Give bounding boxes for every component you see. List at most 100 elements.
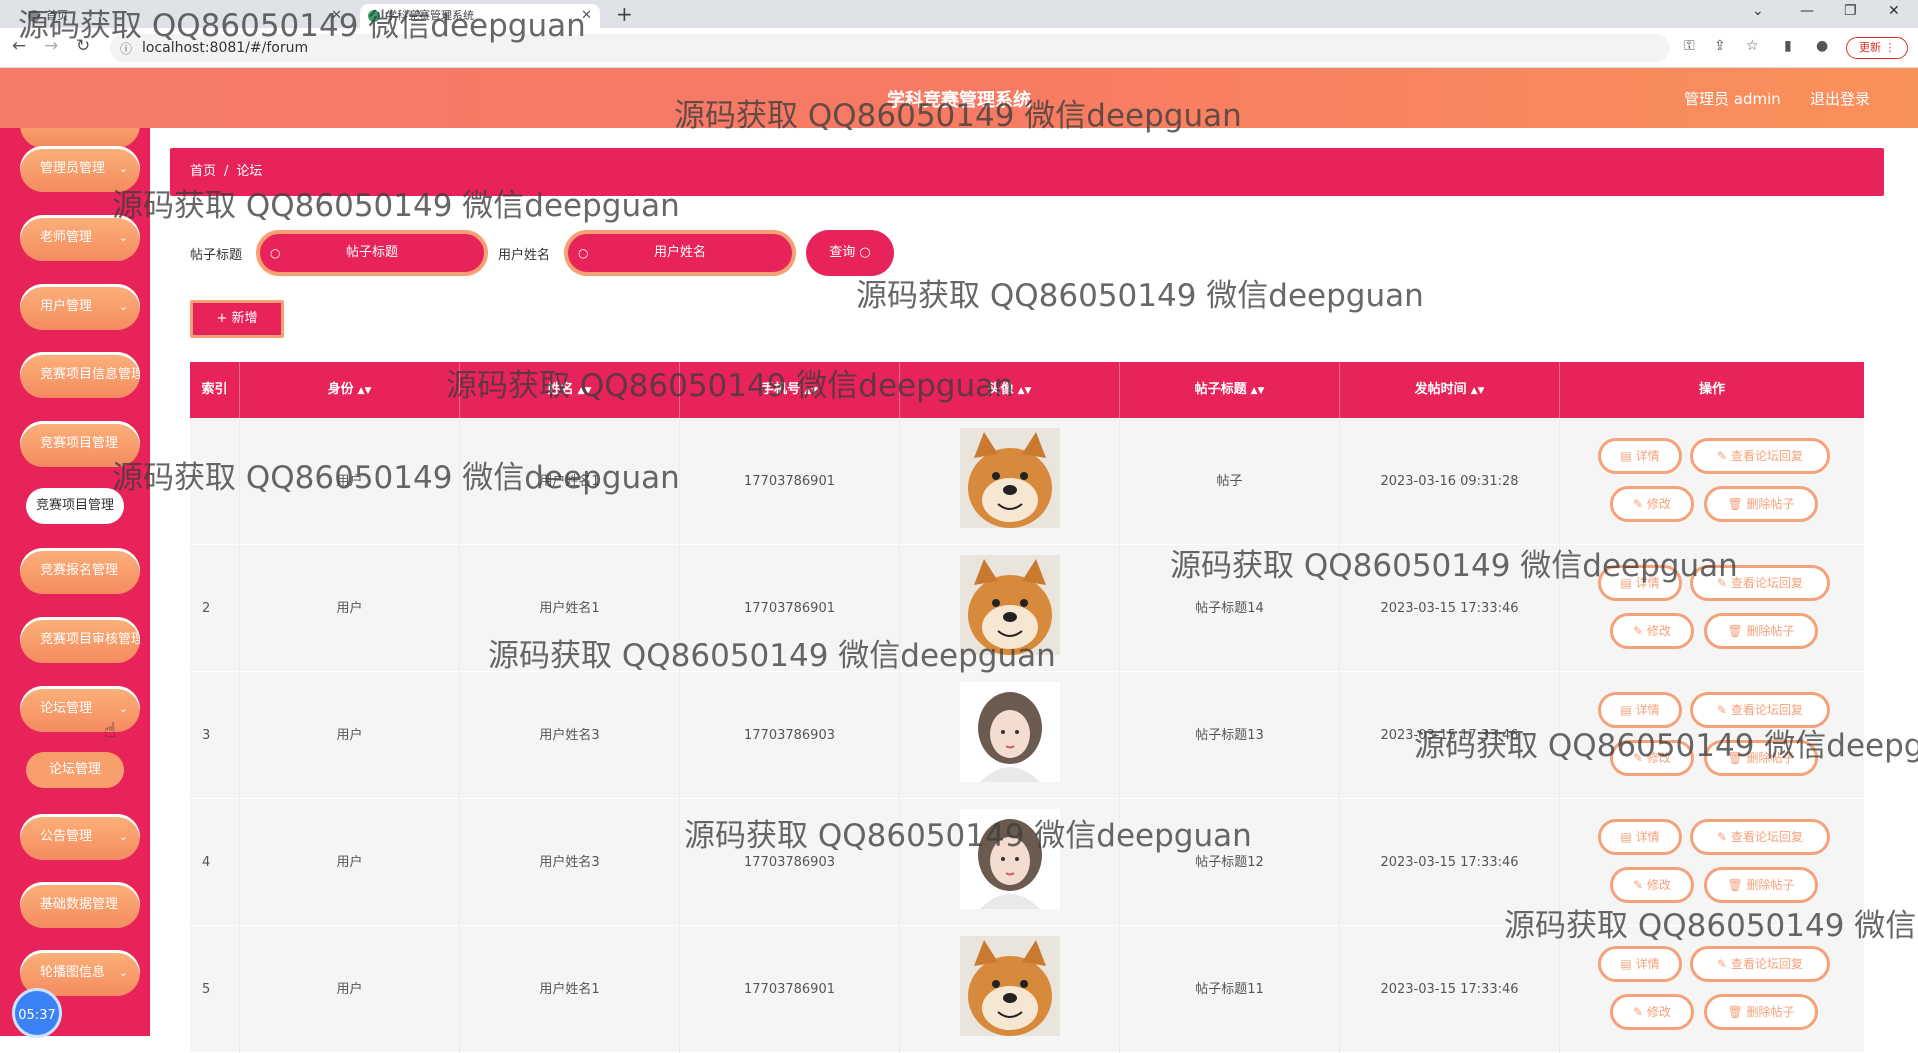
query-button[interactable]: 查询 ○: [806, 230, 894, 276]
detail-button[interactable]: ▤ 详情: [1598, 819, 1682, 855]
edit-button[interactable]: ✎ 修改: [1610, 613, 1694, 649]
sidebar-item-basedata[interactable]: 基础数据管理: [20, 882, 140, 928]
sort-icon[interactable]: ▲▼: [1018, 386, 1032, 396]
chevron-down-icon: ⌄: [118, 702, 128, 715]
reload-icon[interactable]: ↻: [76, 36, 90, 56]
sidebar-item-forum[interactable]: 论坛管理 ⌄: [20, 686, 140, 732]
sort-icon[interactable]: ▲▼: [804, 386, 818, 396]
vue-favicon-icon: [368, 10, 380, 22]
trash-icon: 🗑: [1727, 751, 1747, 765]
minimize-icon[interactable]: —: [1800, 3, 1814, 19]
edit-button[interactable]: ✎ 修改: [1610, 740, 1694, 776]
profile-icon[interactable]: ●: [1816, 38, 1828, 54]
sidebar-item-notice[interactable]: 公告管理 ⌄: [20, 814, 140, 860]
sidebar-subitem-label: 论坛管理: [48, 762, 101, 777]
sort-icon[interactable]: ▲▼: [578, 386, 592, 396]
view-replies-button-label: 查看论坛回复: [1730, 449, 1803, 463]
browser-tab[interactable]: 首页 ✕: [20, 4, 350, 28]
view-replies-button[interactable]: ✎ 查看论坛回复: [1690, 565, 1830, 601]
sidebar-item-top[interactable]: [20, 128, 140, 148]
sort-icon[interactable]: ▲▼: [1251, 386, 1265, 396]
key-icon[interactable]: ⚿: [1684, 38, 1695, 54]
column-header-role[interactable]: 身份 ▲▼: [240, 362, 460, 418]
delete-button[interactable]: 🗑 删除帖子: [1704, 486, 1818, 522]
detail-button[interactable]: ▤ 详情: [1598, 946, 1682, 982]
document-icon: ▤: [1620, 957, 1636, 971]
column-header-name[interactable]: 姓名 ▲▼: [460, 362, 680, 418]
delete-button[interactable]: 🗑 删除帖子: [1704, 867, 1818, 903]
sidebar-item-admin[interactable]: 管理员管理 ⌄: [20, 146, 140, 192]
edit-button[interactable]: ✎ 修改: [1610, 867, 1694, 903]
breadcrumb-home[interactable]: 首页: [190, 164, 216, 179]
sidebar-item-label: 管理员管理: [40, 161, 106, 176]
column-header-avatar[interactable]: 头像 ▲▼: [900, 362, 1120, 418]
cell-title: 帖子标题13: [1120, 672, 1340, 799]
sidepanel-icon[interactable]: ▮: [1784, 38, 1792, 54]
share-icon[interactable]: ⇪: [1714, 38, 1726, 54]
app-title: 学科竞赛管理系统: [887, 90, 1031, 111]
table-row: 用户 用户姓名1 17703786901 帖子 2023-03-16 09:31:28 ▤…: [190, 418, 1864, 545]
user-search-input[interactable]: ○ 用户姓名: [564, 230, 796, 276]
sort-icon[interactable]: ▲▼: [358, 386, 372, 396]
view-replies-button[interactable]: ✎ 查看论坛回复: [1690, 946, 1830, 982]
delete-button-label: 删除帖子: [1746, 1005, 1795, 1019]
star-icon[interactable]: ☆: [1746, 38, 1759, 54]
delete-button[interactable]: 🗑 删除帖子: [1704, 994, 1818, 1030]
clock-badge: 05:37: [12, 988, 62, 1038]
view-replies-button[interactable]: ✎ 查看论坛回复: [1690, 438, 1830, 474]
pencil-icon: ✎: [1633, 624, 1647, 638]
edit-button-label: 修改: [1646, 497, 1671, 511]
sidebar-item-contest-info[interactable]: 竞赛项目信息管理: [20, 352, 140, 398]
chevron-down-icon: ⌄: [118, 830, 128, 843]
close-icon[interactable]: ✕: [331, 4, 342, 28]
detail-button[interactable]: ▤ 详情: [1598, 565, 1682, 601]
url-field[interactable]: ⓘ localhost:8081/#/forum: [110, 34, 1670, 62]
window-close-icon[interactable]: ✕: [1888, 3, 1900, 19]
sidebar-item-user[interactable]: 用户管理 ⌄: [20, 284, 140, 330]
title-search-input[interactable]: ○ 帖子标题: [256, 230, 488, 276]
sidebar-subitem-forum[interactable]: 论坛管理: [26, 752, 124, 788]
add-button[interactable]: + 新增: [190, 300, 284, 338]
pencil-icon: ✎: [1633, 751, 1647, 765]
column-header-title[interactable]: 帖子标题 ▲▼: [1120, 362, 1340, 418]
forward-icon[interactable]: →: [44, 36, 58, 56]
document-icon: ▤: [1620, 703, 1636, 717]
column-header-label: 姓名: [547, 382, 574, 397]
breadcrumb-current: 论坛: [236, 164, 263, 179]
edit-button-label: 修改: [1646, 1005, 1671, 1019]
column-header-time[interactable]: 发帖时间 ▲▼: [1340, 362, 1560, 418]
avatar-dog-image: [960, 555, 1060, 655]
new-tab-button[interactable]: +: [616, 2, 633, 26]
cell-phone: 17703786903: [680, 799, 900, 926]
sidebar-item-registration[interactable]: 竞赛报名管理: [20, 548, 140, 594]
detail-button-label: 详情: [1635, 830, 1660, 844]
delete-button[interactable]: 🗑 删除帖子: [1704, 740, 1818, 776]
sort-icon[interactable]: ▲▼: [1471, 386, 1485, 396]
chevron-down-icon: ⌄: [118, 966, 128, 979]
close-icon[interactable]: ✕: [581, 4, 592, 28]
update-label: 更新: [1859, 41, 1881, 54]
tab-search-icon[interactable]: ⌄: [1752, 3, 1764, 19]
browser-tab-active[interactable]: 学科竞赛管理系统 ✕: [360, 4, 600, 28]
sidebar-item-teacher[interactable]: 老师管理 ⌄: [20, 215, 140, 261]
delete-button[interactable]: 🗑 删除帖子: [1704, 613, 1818, 649]
sidebar-subitem-contest-project[interactable]: 竞赛项目管理: [26, 488, 124, 524]
sidebar-item-audit[interactable]: 竞赛项目审核管理: [20, 617, 140, 663]
cell-avatar: [900, 545, 1120, 672]
sidebar-item-contest-project[interactable]: 竞赛项目管理: [20, 421, 140, 467]
trash-icon: 🗑: [1727, 878, 1747, 892]
view-replies-button[interactable]: ✎ 查看论坛回复: [1690, 819, 1830, 855]
column-header-phone[interactable]: 手机号 ▲▼: [680, 362, 900, 418]
logout-link[interactable]: 退出登录: [1810, 88, 1870, 109]
detail-button[interactable]: ▤ 详情: [1598, 692, 1682, 728]
browser-update-button[interactable]: 更新 ⋮: [1846, 37, 1908, 59]
detail-button[interactable]: ▤ 详情: [1598, 438, 1682, 474]
edit-button[interactable]: ✎ 修改: [1610, 486, 1694, 522]
edit-button[interactable]: ✎ 修改: [1610, 994, 1694, 1030]
cell-index: 3: [190, 672, 240, 799]
back-icon[interactable]: ←: [12, 36, 26, 56]
view-replies-button[interactable]: ✎ 查看论坛回复: [1690, 692, 1830, 728]
restore-icon[interactable]: ❐: [1844, 3, 1857, 19]
site-info-icon[interactable]: ⓘ: [120, 40, 132, 57]
delete-button-label: 删除帖子: [1746, 497, 1795, 511]
